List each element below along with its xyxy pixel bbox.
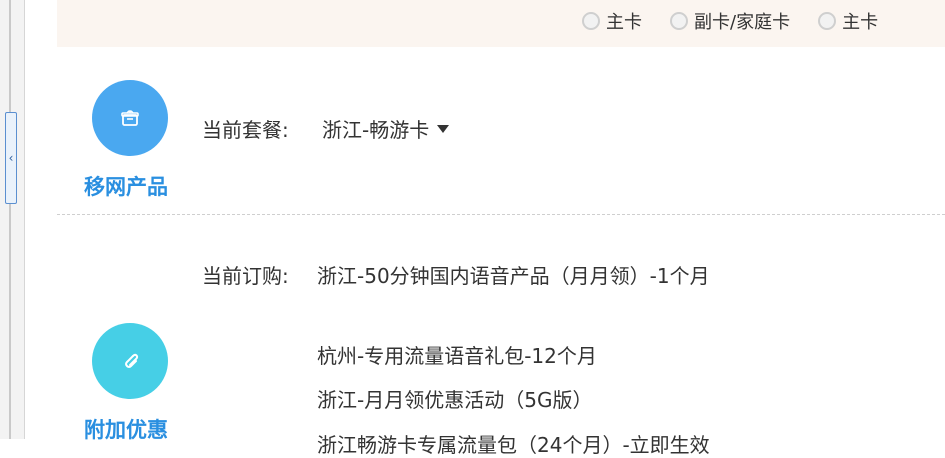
current-order-value: 浙江-50分钟国内语音产品（月月领）-1个月 xyxy=(317,264,710,288)
sidebar-collapse-button[interactable]: ‹ xyxy=(5,112,17,204)
chevron-left-icon: ‹ xyxy=(8,151,14,165)
caret-down-icon xyxy=(437,124,450,133)
card-type-bar: 主卡 副卡/家庭卡 主卡 xyxy=(57,0,945,47)
section-divider xyxy=(57,214,945,215)
main-content: 主卡 副卡/家庭卡 主卡 移网产品 当前套餐: 浙江-畅游卡 当前订购: 浙江-… xyxy=(57,0,945,457)
paperclip-icon xyxy=(92,323,168,399)
card-type-radio-group: 主卡 副卡/家庭卡 主卡 xyxy=(582,8,878,34)
radio-button-icon[interactable] xyxy=(582,12,600,30)
gift-icon-glyph xyxy=(121,110,139,126)
offer-item[interactable]: 浙江-月月领优惠活动（5G版） xyxy=(317,384,592,413)
radio-label: 主卡 xyxy=(842,12,879,33)
gift-icon xyxy=(92,80,168,156)
radio-option-main-card[interactable]: 主卡 xyxy=(582,8,642,34)
current-plan-value: 浙江-畅游卡 xyxy=(322,118,430,142)
current-plan-dropdown[interactable]: 浙江-畅游卡 xyxy=(322,114,450,143)
current-plan-label: 当前套餐: xyxy=(202,118,289,142)
offer-item[interactable]: 杭州-专用流量语音礼包-12个月 xyxy=(317,340,597,369)
offer-item[interactable]: 浙江畅游卡专属流量包（24个月）-立即生效 xyxy=(317,429,710,458)
radio-button-icon[interactable] xyxy=(818,12,837,30)
radio-option-secondary-family-card[interactable]: 副卡/家庭卡 xyxy=(670,8,790,34)
paperclip-icon-glyph xyxy=(125,353,139,368)
section-title-addon-offers: 附加优惠 xyxy=(84,418,168,442)
sidebar-rail xyxy=(9,0,11,439)
radio-button-icon[interactable] xyxy=(670,12,688,30)
radio-label: 副卡/家庭卡 xyxy=(694,12,791,33)
radio-label: 主卡 xyxy=(606,12,642,33)
left-sidebar-gutter: ‹ xyxy=(0,0,25,439)
section-title-mobile-product: 移网产品 xyxy=(84,175,168,199)
radio-option-main-card-2[interactable]: 主卡 xyxy=(818,8,878,34)
current-order-label: 当前订购: xyxy=(202,264,289,288)
